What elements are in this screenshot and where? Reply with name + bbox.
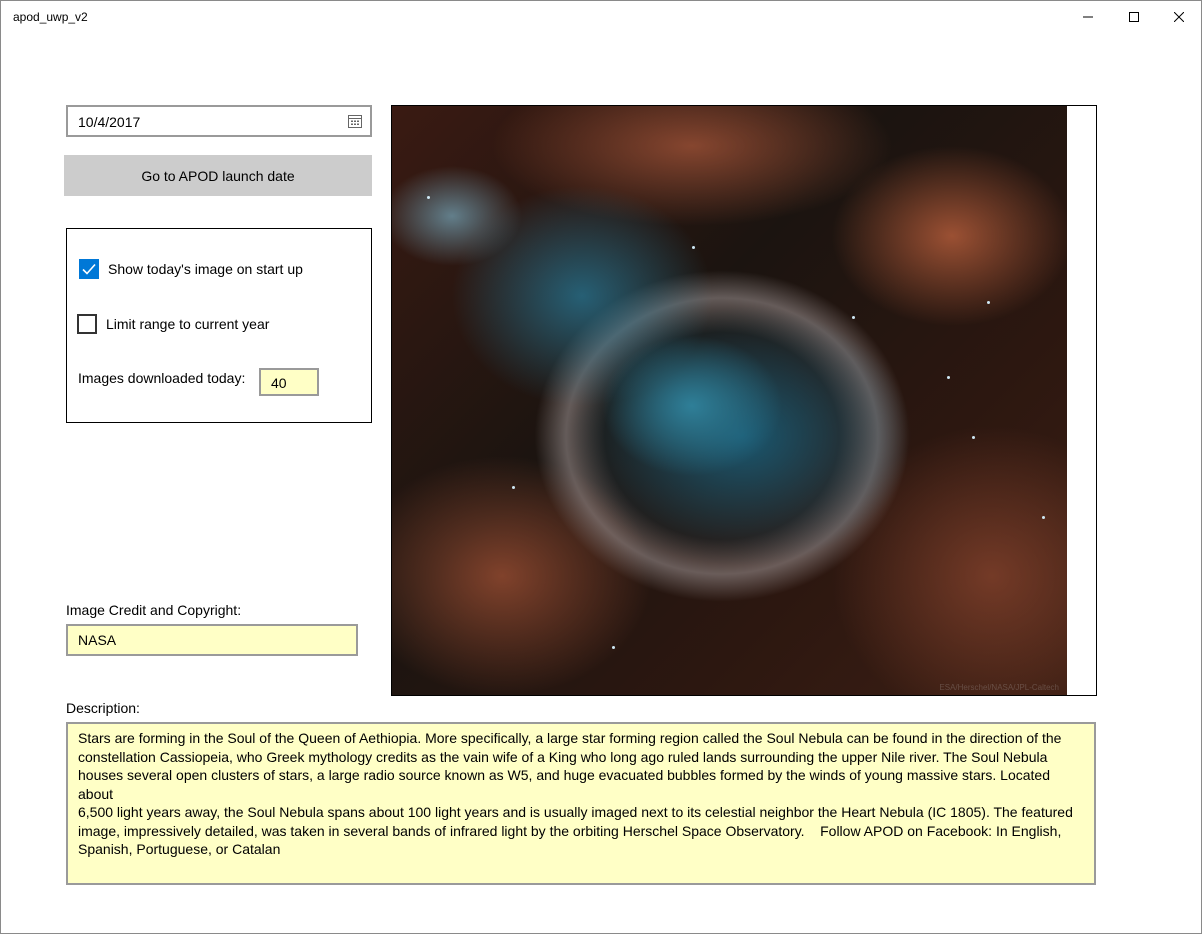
show-today-checkbox[interactable] xyxy=(79,259,99,279)
limit-range-checkbox[interactable] xyxy=(77,314,97,334)
downloads-label: Images downloaded today: xyxy=(78,370,246,386)
minimize-icon xyxy=(1083,16,1093,18)
credit-field[interactable]: NASA xyxy=(66,624,358,656)
nebula-image: ESA/Herschel/NASA/JPL-Caltech xyxy=(392,106,1067,695)
calendar-icon[interactable] xyxy=(348,114,362,128)
image-frame: ESA/Herschel/NASA/JPL-Caltech xyxy=(391,105,1097,696)
maximize-icon xyxy=(1129,12,1139,22)
close-button[interactable] xyxy=(1156,1,1202,33)
show-today-label: Show today's image on start up xyxy=(108,261,303,277)
date-picker[interactable]: 10/4/2017 xyxy=(66,105,372,137)
title-bar[interactable]: apod_uwp_v2 xyxy=(1,1,1201,33)
image-watermark: ESA/Herschel/NASA/JPL-Caltech xyxy=(939,683,1059,692)
credit-label: Image Credit and Copyright: xyxy=(66,602,242,618)
maximize-button[interactable] xyxy=(1111,1,1157,33)
description-field[interactable]: Stars are forming in the Soul of the Que… xyxy=(66,722,1096,885)
downloads-count-field[interactable]: 40 xyxy=(259,368,319,396)
launch-date-button-label: Go to APOD launch date xyxy=(141,167,295,184)
description-label: Description: xyxy=(66,700,140,716)
checkmark-icon xyxy=(82,263,96,275)
date-value: 10/4/2017 xyxy=(78,114,141,130)
show-today-option[interactable]: Show today's image on start up xyxy=(79,259,303,279)
limit-range-option[interactable]: Limit range to current year xyxy=(77,314,269,334)
options-panel: Show today's image on start up Limit ran… xyxy=(66,228,372,423)
close-icon xyxy=(1174,12,1184,22)
limit-range-label: Limit range to current year xyxy=(106,316,270,332)
window-title: apod_uwp_v2 xyxy=(13,10,88,24)
launch-date-button[interactable]: Go to APOD launch date xyxy=(64,155,372,196)
app-window: apod_uwp_v2 10/4/2017 Go to APOD launch … xyxy=(0,0,1202,934)
minimize-button[interactable] xyxy=(1065,1,1111,33)
